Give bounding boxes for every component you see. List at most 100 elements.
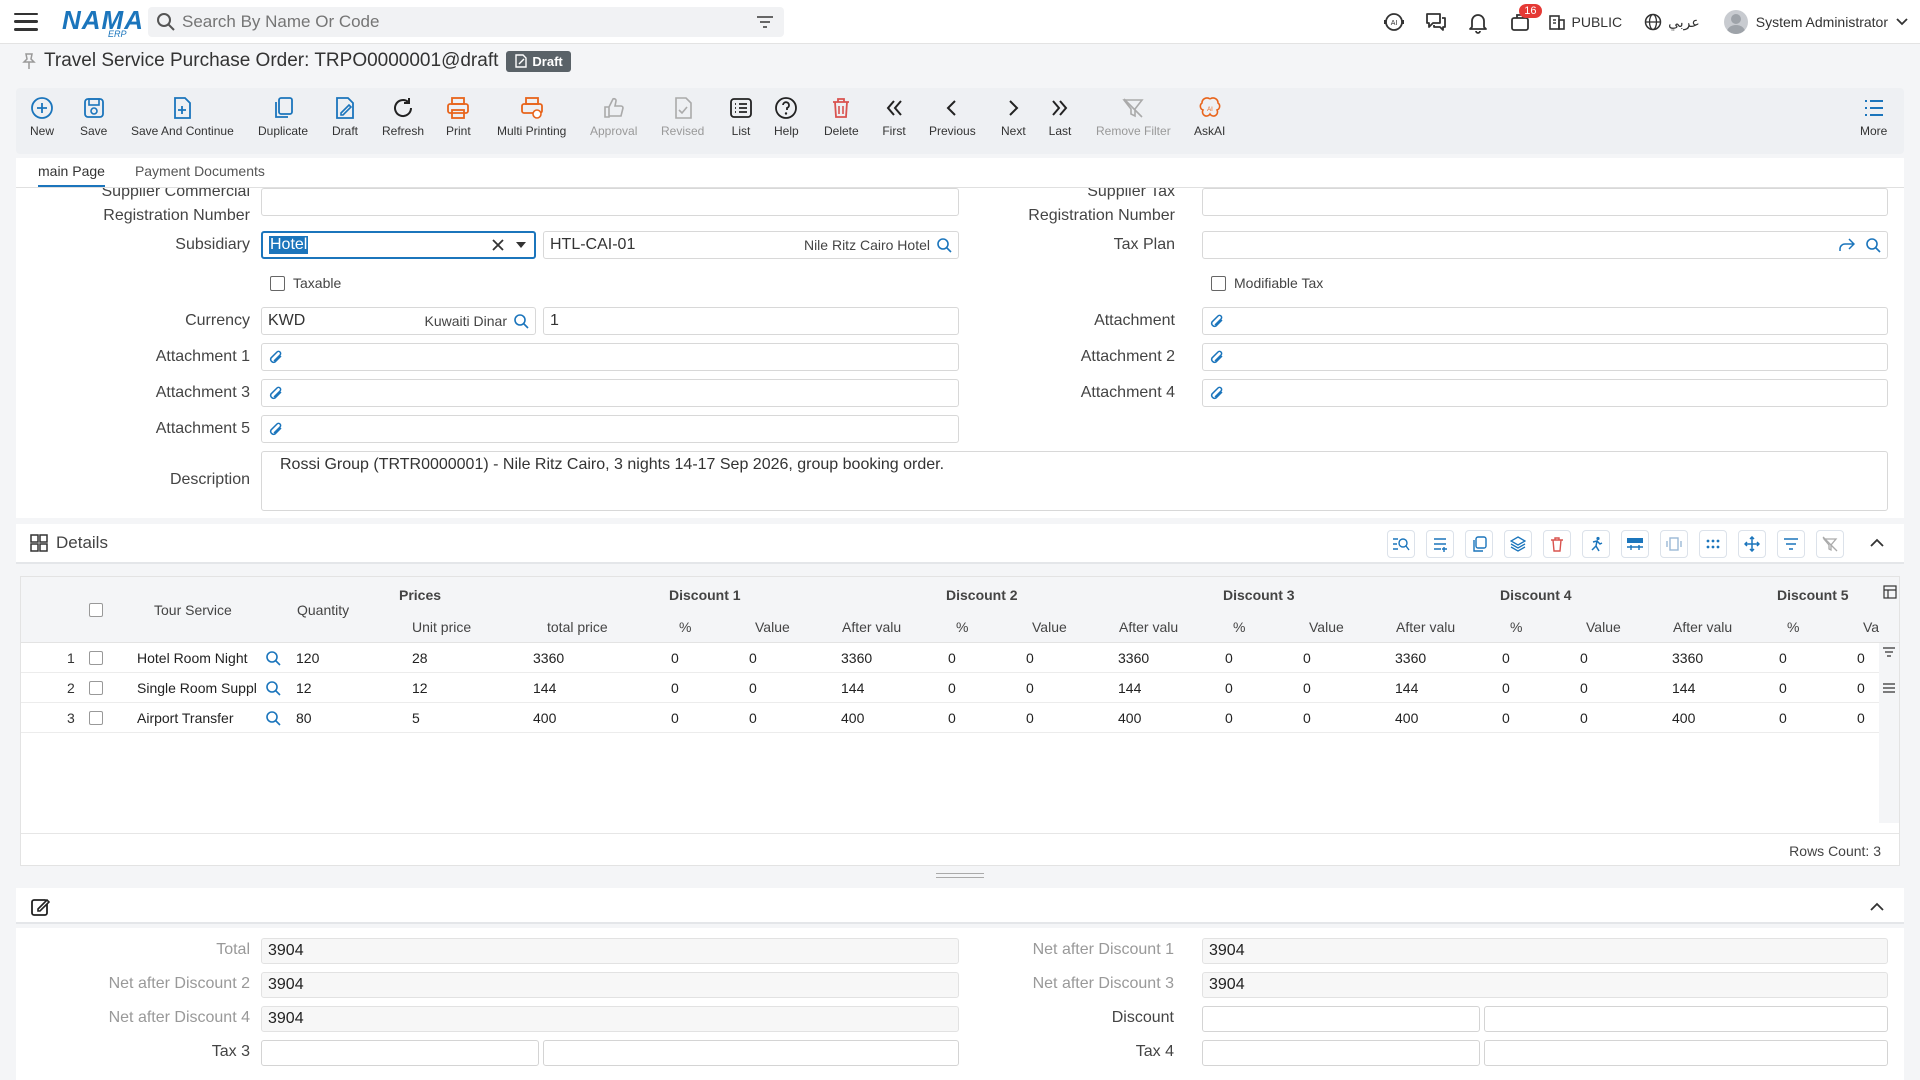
menu-icon[interactable]: [1882, 683, 1896, 693]
col-d3-percent[interactable]: %: [1233, 619, 1245, 635]
paperclip-icon[interactable]: [1209, 385, 1225, 401]
row-checkbox[interactable]: [89, 681, 103, 695]
cell-d3-percent[interactable]: 0: [1225, 650, 1233, 666]
save-and-continue-button[interactable]: Save And Continue: [131, 96, 234, 138]
lookup-search-icon[interactable]: [1865, 237, 1881, 253]
col-d3-after-value[interactable]: After valu: [1396, 619, 1455, 635]
col-total-price[interactable]: total price: [547, 619, 608, 635]
col-d5-value[interactable]: Va: [1863, 619, 1879, 635]
lookup-search-icon[interactable]: [513, 313, 529, 329]
lookup-search-icon[interactable]: [265, 710, 281, 726]
taxable-checkbox[interactable]: Taxable: [270, 275, 341, 291]
cell-d5-percent[interactable]: 0: [1779, 710, 1787, 726]
col-d3-value[interactable]: Value: [1309, 619, 1344, 635]
cell-d1-value[interactable]: 0: [749, 650, 757, 666]
cell-service[interactable]: Single Room Suppl: [137, 680, 259, 696]
paperclip-icon[interactable]: [268, 385, 284, 401]
approval-button[interactable]: Approval: [590, 96, 637, 138]
cell-d2-value[interactable]: 0: [1026, 650, 1034, 666]
col-d4-after-value[interactable]: After valu: [1673, 619, 1732, 635]
cell-total-price[interactable]: 144: [533, 680, 556, 696]
cell-d4-value[interactable]: 0: [1580, 710, 1588, 726]
cell-d2-value[interactable]: 0: [1026, 710, 1034, 726]
resize-handle[interactable]: [936, 873, 984, 878]
grid-dots-icon[interactable]: [1699, 530, 1727, 558]
more-button[interactable]: More: [1860, 96, 1887, 138]
paperclip-icon[interactable]: [268, 421, 284, 437]
paperclip-icon[interactable]: [1209, 349, 1225, 365]
checkbox-box[interactable]: [270, 275, 285, 291]
attachment4-field[interactable]: [1202, 379, 1888, 407]
app-logo[interactable]: NAMA ERP: [62, 5, 143, 39]
currency-rate-field[interactable]: 1: [543, 307, 959, 335]
cell-d3-percent[interactable]: 0: [1225, 710, 1233, 726]
discount-percent-field[interactable]: [1202, 1006, 1480, 1032]
tax3-field[interactable]: [261, 1040, 539, 1066]
cell-d2-percent[interactable]: 0: [948, 650, 956, 666]
next-button[interactable]: Next: [1001, 96, 1026, 138]
col-quantity[interactable]: Quantity: [297, 602, 349, 618]
table-row[interactable]: 3 Airport Transfer 80 5 400 0 0 400 0 0 …: [21, 703, 1879, 733]
attachment-field[interactable]: [1202, 307, 1888, 335]
previous-button[interactable]: Previous: [929, 96, 976, 138]
subsidiary-code-field[interactable]: HTL-CAI-01 Nile Ritz Cairo Hotel: [543, 231, 959, 259]
tax-plan-field[interactable]: [1202, 231, 1888, 259]
columns-icon[interactable]: [1660, 530, 1688, 558]
row-checkbox[interactable]: [89, 711, 103, 725]
col-d2-after-value[interactable]: After valu: [1119, 619, 1178, 635]
revised-button[interactable]: Revised: [661, 96, 704, 138]
supplier-tax-field[interactable]: [1202, 188, 1888, 216]
cell-unit-price[interactable]: 28: [412, 650, 428, 666]
cell-d4-value[interactable]: 0: [1580, 680, 1588, 696]
attachment3-field[interactable]: [261, 379, 959, 407]
cell-d4-percent[interactable]: 0: [1502, 680, 1510, 696]
row-checkbox[interactable]: [89, 651, 103, 665]
tax3-value-field[interactable]: [543, 1040, 959, 1066]
multi-printing-button[interactable]: Multi Printing: [497, 96, 566, 138]
clear-icon[interactable]: [492, 239, 504, 251]
language-switch[interactable]: عربي: [1644, 13, 1700, 31]
cell-total-price[interactable]: 3360: [533, 650, 564, 666]
share-icon[interactable]: [1839, 238, 1855, 252]
col-d1-after-value[interactable]: After valu: [842, 619, 901, 635]
save-button[interactable]: Save: [80, 96, 107, 138]
notifications-icon[interactable]: 16: [1506, 4, 1542, 36]
cell-d1-percent[interactable]: 0: [671, 710, 679, 726]
paperclip-icon[interactable]: [1209, 313, 1225, 329]
last-button[interactable]: Last: [1048, 96, 1072, 138]
attachment5-field[interactable]: [261, 415, 959, 443]
branch-selector[interactable]: PUBLIC: [1548, 13, 1622, 31]
tax4-field[interactable]: [1202, 1040, 1480, 1066]
cell-d1-value[interactable]: 0: [749, 680, 757, 696]
run-icon[interactable]: [1582, 530, 1610, 558]
add-row-icon[interactable]: [1426, 530, 1454, 558]
modifiable-tax-checkbox[interactable]: Modifiable Tax: [1211, 275, 1323, 291]
cell-d3-percent[interactable]: 0: [1225, 680, 1233, 696]
cell-service[interactable]: Airport Transfer: [137, 710, 259, 726]
attachment2-field[interactable]: [1202, 343, 1888, 371]
cell-quantity[interactable]: 80: [296, 710, 312, 726]
cell-unit-price[interactable]: 12: [412, 680, 428, 696]
cell-d1-percent[interactable]: 0: [671, 650, 679, 666]
help-button[interactable]: Help: [774, 96, 799, 138]
cell-d4-percent[interactable]: 0: [1502, 650, 1510, 666]
chevron-down-icon[interactable]: [516, 242, 526, 248]
col-unit-price[interactable]: Unit price: [412, 619, 471, 635]
user-menu[interactable]: System Administrator: [1723, 10, 1908, 34]
col-tour-service[interactable]: Tour Service: [154, 602, 232, 618]
cell-unit-price[interactable]: 5: [412, 710, 420, 726]
bell-icon[interactable]: [1464, 8, 1492, 36]
cell-d4-percent[interactable]: 0: [1502, 710, 1510, 726]
table-row[interactable]: 1 Hotel Room Night 120 28 3360 0 0 3360 …: [21, 643, 1879, 673]
col-d2-percent[interactable]: %: [956, 619, 968, 635]
cell-service[interactable]: Hotel Room Night: [137, 650, 259, 666]
col-d5-percent[interactable]: %: [1787, 619, 1799, 635]
cell-d5-percent[interactable]: 0: [1779, 650, 1787, 666]
table-merge-icon[interactable]: [1621, 530, 1649, 558]
duplicate-button[interactable]: Duplicate: [258, 96, 308, 138]
lookup-search-icon[interactable]: [265, 650, 281, 666]
first-button[interactable]: First: [882, 96, 906, 138]
column-chooser-icon[interactable]: [1883, 585, 1897, 599]
chevron-up-icon[interactable]: [1870, 902, 1884, 911]
paperclip-icon[interactable]: [268, 349, 284, 365]
